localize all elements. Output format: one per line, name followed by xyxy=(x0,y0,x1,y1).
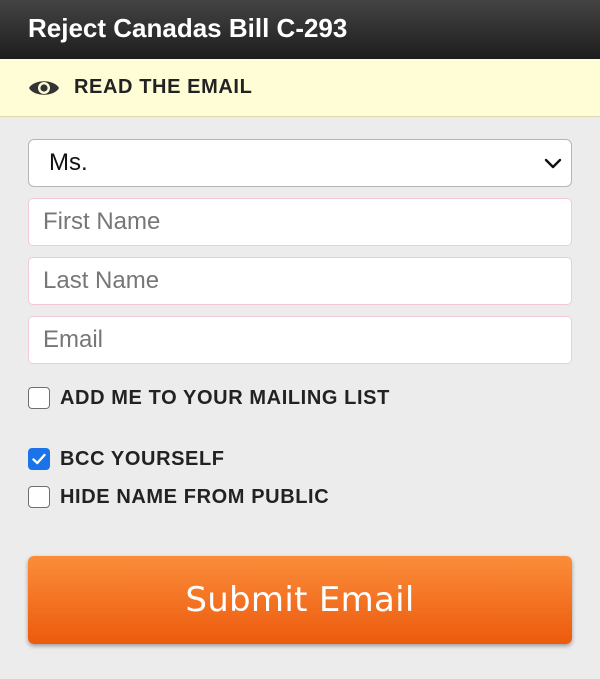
hide-name-option[interactable]: HIDE NAME FROM PUBLIC xyxy=(28,483,572,511)
page-title: Reject Canadas Bill C-293 xyxy=(28,13,348,43)
eye-icon xyxy=(28,77,60,99)
mailing-list-checkbox[interactable] xyxy=(28,387,50,409)
bcc-checkbox[interactable] xyxy=(28,448,50,470)
read-email-label: READ THE EMAIL xyxy=(74,76,253,98)
mailing-list-label: ADD ME TO YOUR MAILING LIST xyxy=(60,386,390,409)
email-form: Ms. ADD ME TO YOUR MAILING LIST BCC YOUR… xyxy=(0,117,600,644)
hide-name-checkbox[interactable] xyxy=(28,486,50,508)
checkmark-icon xyxy=(32,453,46,465)
hide-name-label: HIDE NAME FROM PUBLIC xyxy=(60,485,330,508)
chevron-down-icon xyxy=(543,154,563,174)
submit-email-button[interactable]: Submit Email xyxy=(28,556,572,644)
bcc-label: BCC YOURSELF xyxy=(60,447,225,470)
salutation-value: Ms. xyxy=(49,149,88,176)
salutation-select[interactable]: Ms. xyxy=(28,139,572,187)
mailing-list-option[interactable]: ADD ME TO YOUR MAILING LIST xyxy=(28,384,572,412)
last-name-input[interactable] xyxy=(28,257,572,305)
page-header: Reject Canadas Bill C-293 xyxy=(0,0,600,59)
email-input[interactable] xyxy=(28,316,572,364)
read-email-toggle[interactable]: READ THE EMAIL xyxy=(0,59,600,117)
bcc-option[interactable]: BCC YOURSELF xyxy=(28,445,572,473)
first-name-input[interactable] xyxy=(28,198,572,246)
